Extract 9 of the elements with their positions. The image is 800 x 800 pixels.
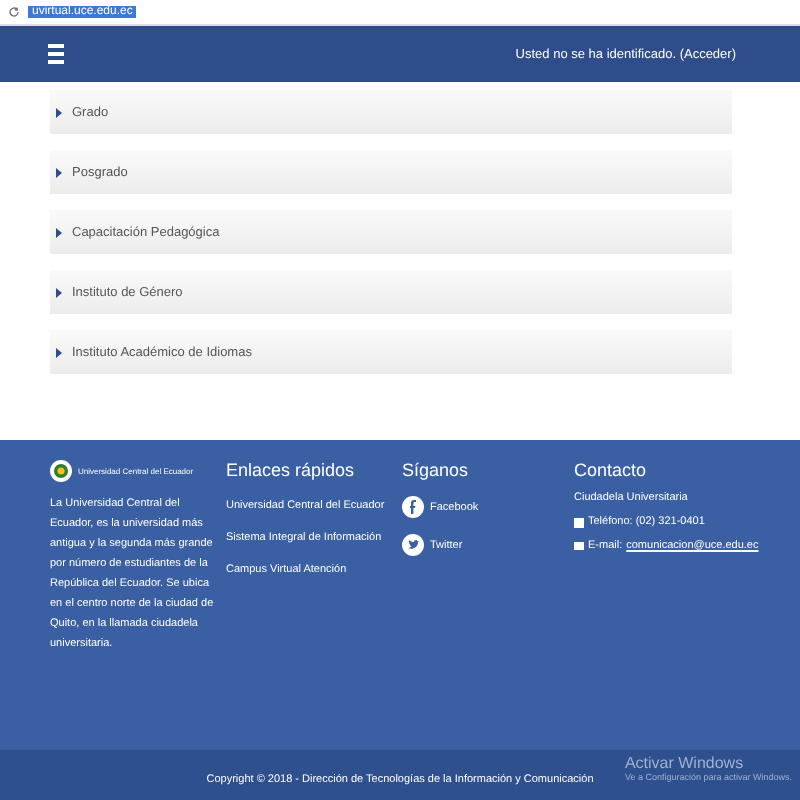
facebook-icon[interactable] [402,496,424,518]
seal-icon [50,460,72,482]
reload-icon[interactable] [8,6,20,18]
bird-icon[interactable] [402,534,424,556]
menu-icon[interactable] [48,44,64,64]
activation-title: Activar Windows [624,754,746,772]
contact-title: Contacto [574,460,649,480]
social-title: Síganos [402,460,471,480]
links-title: Enlaces rápidos [226,460,357,480]
